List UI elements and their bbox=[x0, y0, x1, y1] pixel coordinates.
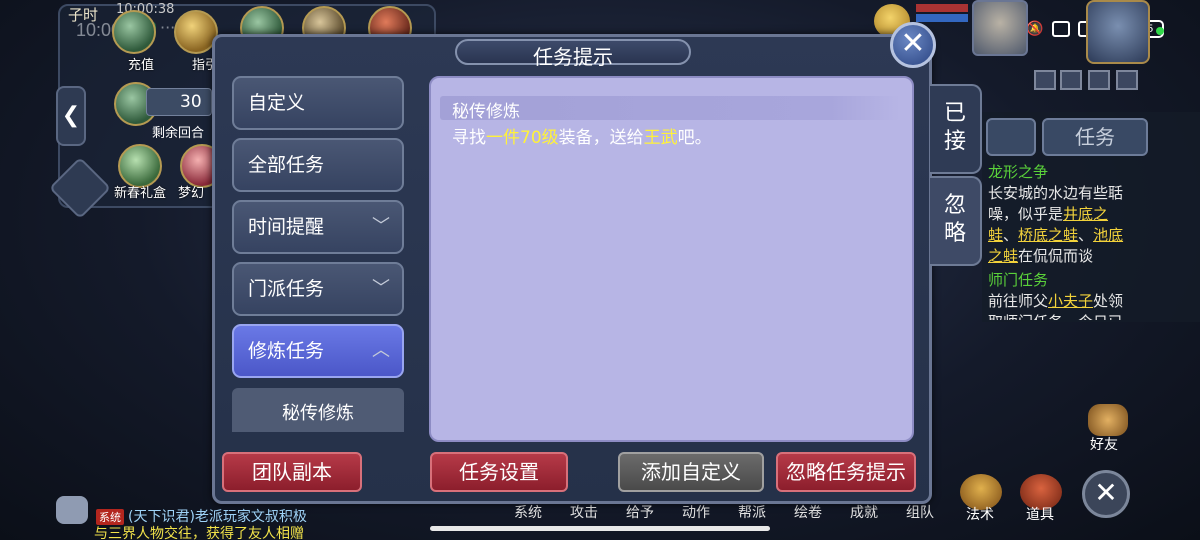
task-category-list[interactable]: 自定义 全部任务 时间提醒 ﹀ 门派任务 ﹀ 修炼任务 ︿ 秘传修炼 bbox=[232, 76, 406, 432]
remaining-rounds-label: 剩余回合 bbox=[152, 126, 205, 141]
quest-text: 前往师父 bbox=[988, 292, 1049, 310]
category-label: 全部任务 bbox=[248, 154, 325, 176]
item-label: 道具 bbox=[1026, 507, 1054, 523]
home-indicator[interactable] bbox=[430, 526, 770, 531]
recharge-label: 充值 bbox=[128, 58, 155, 73]
quest-link[interactable]: 小夫子 bbox=[1048, 292, 1093, 310]
menu-attack[interactable]: 攻击 bbox=[556, 502, 612, 522]
add-custom-button[interactable]: 添加自定义 bbox=[618, 452, 764, 492]
tab-char: 忽 bbox=[943, 193, 966, 218]
collapse-left-button[interactable]: ❮ bbox=[56, 86, 86, 146]
laptop-icon bbox=[1052, 21, 1070, 37]
tab-accepted[interactable]: 已 接 bbox=[930, 84, 982, 174]
menu-give[interactable]: 给予 bbox=[612, 502, 668, 522]
quest-title: 师门任务 bbox=[988, 271, 1049, 289]
friends-icon[interactable] bbox=[1088, 404, 1128, 436]
round-counter-box bbox=[146, 88, 212, 116]
chat-message-continued: 与三界人物交往，获得了友人相赠 bbox=[94, 526, 304, 540]
mute-icon: 🔕 bbox=[1026, 21, 1044, 37]
dialog-title: 任务提示 bbox=[533, 45, 613, 69]
category-time-reminder[interactable]: 时间提醒 ﹀ bbox=[232, 200, 404, 254]
category-label: 门派任务 bbox=[248, 278, 325, 300]
timer-tab-icon[interactable] bbox=[986, 118, 1036, 156]
bottom-menu: 系统 攻击 给予 动作 帮派 绘卷 成就 组队 bbox=[500, 502, 948, 522]
task-text: 寻找 bbox=[452, 128, 486, 148]
task-heading: 秘传修炼 bbox=[452, 102, 520, 122]
menu-action[interactable]: 动作 bbox=[668, 502, 724, 522]
task-highlight: 王武 bbox=[643, 128, 678, 148]
tab-ignored[interactable]: 忽 略 bbox=[930, 176, 982, 266]
ignore-task-hint-button[interactable]: 忽略任务提示 bbox=[776, 452, 916, 492]
buff-icon bbox=[1088, 70, 1110, 90]
mp-bar bbox=[916, 14, 968, 22]
quest-text: 、 bbox=[1078, 226, 1094, 244]
menu-guild[interactable]: 帮派 bbox=[724, 502, 780, 522]
buff-icon bbox=[1034, 70, 1056, 90]
menu-scroll[interactable]: 绘卷 bbox=[780, 502, 836, 522]
category-all-tasks[interactable]: 全部任务 bbox=[232, 138, 404, 192]
close-menu-button[interactable]: ✕ bbox=[1082, 470, 1130, 518]
companion-avatar[interactable] bbox=[972, 0, 1028, 56]
player-avatar[interactable] bbox=[1086, 0, 1150, 64]
friends-label: 好友 bbox=[1090, 437, 1118, 453]
category-label: 自定义 bbox=[248, 92, 306, 114]
quest-link[interactable]: 桥底之蛙 bbox=[1018, 226, 1078, 244]
dream-label: 梦幻 bbox=[178, 186, 205, 201]
buff-icon bbox=[1060, 70, 1082, 90]
category-label: 修炼任务 bbox=[248, 340, 325, 362]
hud-shichen: 子时 bbox=[68, 6, 99, 24]
task-text: 吧。 bbox=[677, 128, 712, 148]
dialog-close-button[interactable]: ✕ bbox=[890, 22, 936, 68]
task-text: 装备，送给 bbox=[558, 128, 644, 148]
menu-team[interactable]: 组队 bbox=[892, 502, 948, 522]
tab-char: 接 bbox=[943, 129, 966, 154]
quest-tracker-tab[interactable]: 任务 bbox=[1042, 118, 1148, 156]
menu-achievement[interactable]: 成就 bbox=[836, 502, 892, 522]
subcategory-secret-cultivation[interactable]: 秘传修炼 bbox=[232, 388, 404, 432]
chat-icon[interactable] bbox=[56, 496, 88, 524]
privacy-indicator-icon bbox=[1156, 27, 1164, 35]
round-counter: 30 bbox=[180, 92, 202, 112]
tab-char: 已 bbox=[943, 101, 966, 126]
chevron-up-icon: ︿ bbox=[372, 340, 390, 361]
menu-system[interactable]: 系统 bbox=[500, 502, 556, 522]
task-highlight: 一件70级 bbox=[486, 128, 559, 148]
category-label: 时间提醒 bbox=[248, 216, 325, 238]
chevron-down-icon: ﹀ bbox=[372, 216, 390, 237]
category-sect-tasks[interactable]: 门派任务 ﹀ bbox=[232, 262, 404, 316]
category-cultivation-tasks[interactable]: 修炼任务 ︿ bbox=[232, 324, 404, 378]
quest-text: 在侃侃而谈 bbox=[1018, 247, 1094, 265]
buff-icon bbox=[1116, 70, 1138, 90]
team-dungeon-button[interactable]: 团队副本 bbox=[222, 452, 362, 492]
spell-label: 法术 bbox=[966, 507, 994, 523]
task-settings-button[interactable]: 任务设置 bbox=[430, 452, 568, 492]
spring-gift-label: 新春礼盒 bbox=[114, 186, 167, 201]
quest-title: 龙形之争 bbox=[988, 163, 1049, 181]
category-custom[interactable]: 自定义 bbox=[232, 76, 404, 130]
quest-tracker-item[interactable]: 师门任务 前往师父小夫子处领取师门任务，今日已 bbox=[988, 270, 1136, 320]
dialog-titlebar: 任务提示 bbox=[215, 37, 929, 69]
task-description: 寻找一件70级装备，送给王武吧。 bbox=[452, 123, 712, 148]
hp-bar bbox=[916, 4, 968, 12]
recharge-icon[interactable] bbox=[112, 10, 156, 54]
quest-tracker-item[interactable]: 龙形之争 长安城的水边有些聒噪，似乎是井底之蛙、桥底之蛙、池底之蛙在侃侃而谈 bbox=[988, 162, 1136, 267]
chevron-down-icon: ﹀ bbox=[372, 278, 390, 299]
tab-char: 略 bbox=[943, 221, 966, 246]
quest-text: 、 bbox=[1003, 226, 1019, 244]
